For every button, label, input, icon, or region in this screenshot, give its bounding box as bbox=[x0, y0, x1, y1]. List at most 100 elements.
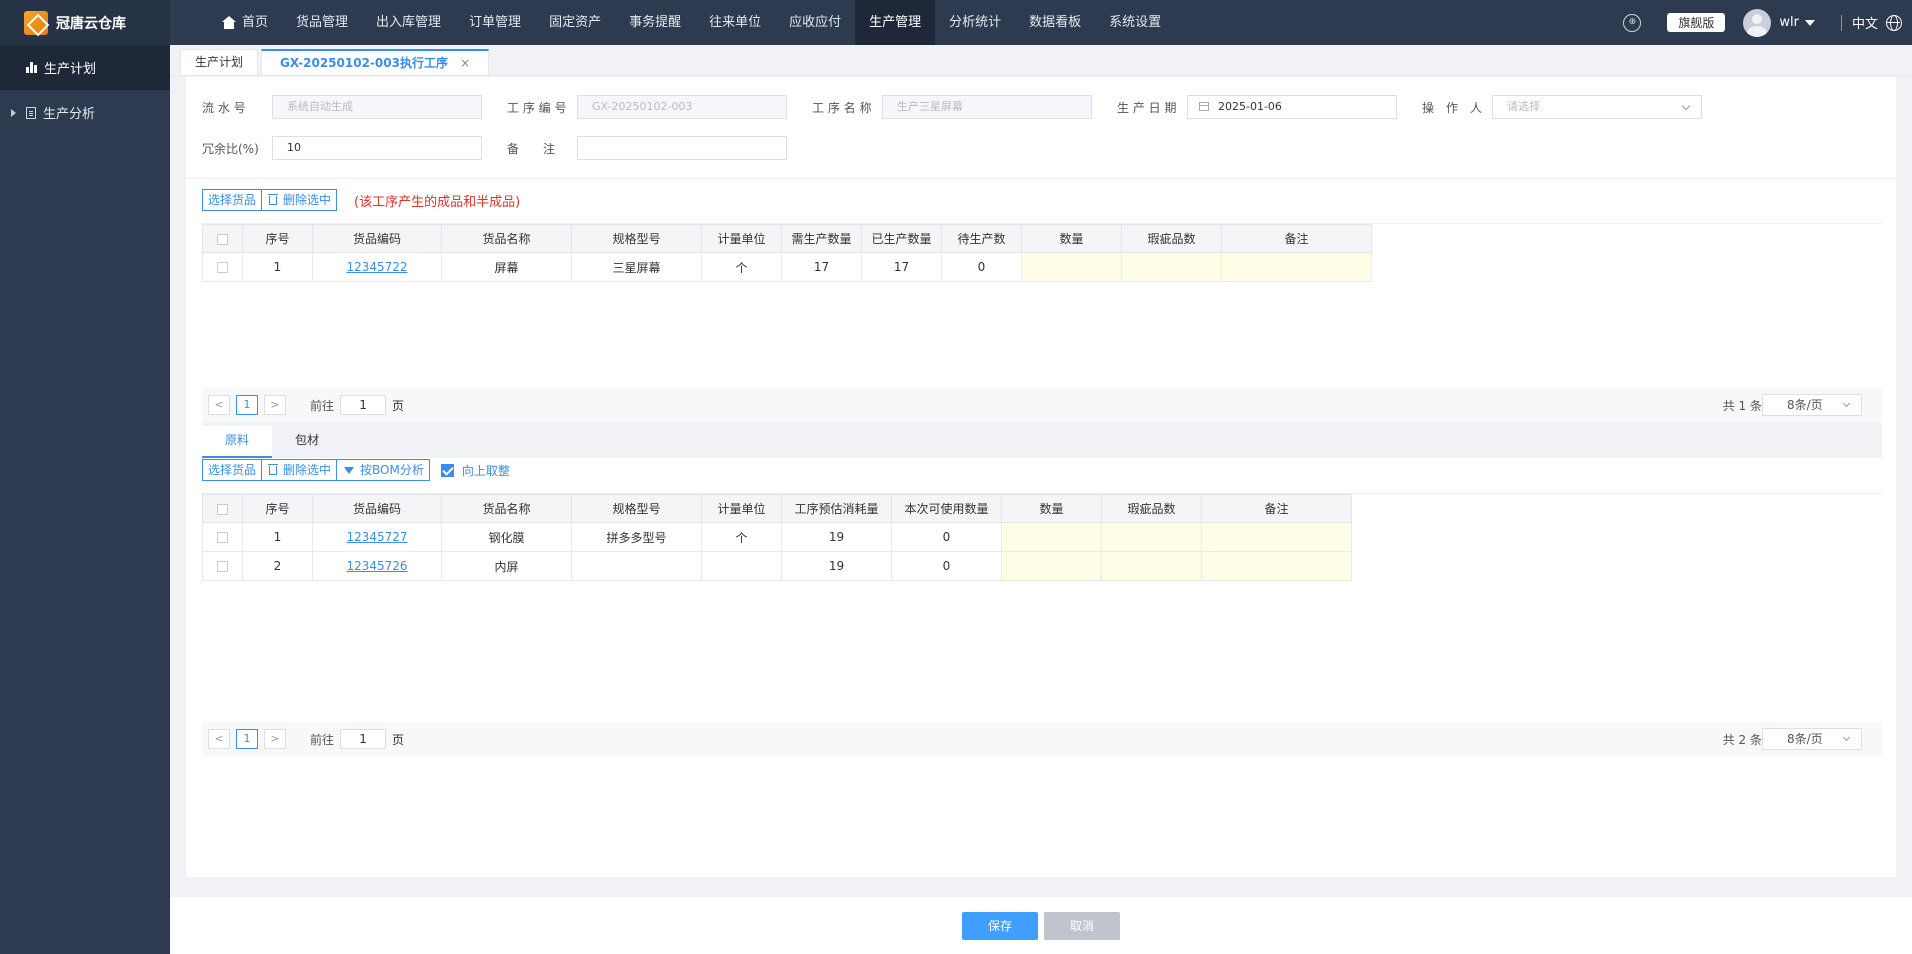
delete-label: 删除选中 bbox=[283, 193, 332, 207]
row-checkbox[interactable] bbox=[217, 532, 228, 543]
delete-selected-button[interactable]: 删除选中 bbox=[261, 459, 338, 481]
save-button[interactable]: 保存 bbox=[962, 911, 1038, 940]
nav-reminders[interactable]: 事务提醒 bbox=[615, 0, 695, 45]
username[interactable]: wlr bbox=[1779, 15, 1799, 30]
select-all-checkbox[interactable] bbox=[217, 503, 228, 515]
next-page-button[interactable]: > bbox=[264, 729, 286, 749]
nav-home[interactable]: 首页 bbox=[208, 0, 282, 45]
nav-orders[interactable]: 订单管理 bbox=[455, 0, 535, 45]
chevron-down-icon bbox=[1842, 399, 1851, 408]
col-header: 工序预估消耗量 bbox=[781, 494, 892, 523]
defect-qty-input[interactable] bbox=[1101, 522, 1202, 552]
row-checkbox[interactable] bbox=[217, 262, 228, 273]
remark-cell-input[interactable] bbox=[1201, 522, 1352, 552]
remark-cell-input[interactable] bbox=[1201, 551, 1352, 581]
sidebar-item-production-analysis[interactable]: 生产分析 bbox=[0, 90, 170, 135]
date-picker[interactable]: 2025-01-06 bbox=[1187, 95, 1397, 119]
select-goods-button[interactable]: 选择货品 bbox=[202, 189, 263, 211]
col-header: 本次可使用数量 bbox=[891, 494, 1002, 523]
next-page-button[interactable]: > bbox=[264, 395, 286, 415]
table-row: 1 12345727 钢化膜 拼多多型号 个 19 0 bbox=[202, 522, 1352, 552]
checkbox-checked-icon[interactable] bbox=[440, 463, 454, 477]
page-size-select[interactable]: 8条/页 bbox=[1762, 394, 1862, 416]
cell-code: 12345727 bbox=[312, 522, 442, 552]
row-checkbox[interactable] bbox=[217, 561, 228, 572]
goto-page-input[interactable]: 1 bbox=[340, 395, 387, 415]
tab-packaging[interactable]: 包材 bbox=[272, 426, 342, 458]
defect-qty-input[interactable] bbox=[1101, 551, 1202, 581]
main-nav: 首页 货品管理 出入库管理 订单管理 固定资产 事务提醒 往来单位 应收应付 生… bbox=[208, 0, 1175, 45]
materials-table-area: 序号 货品编码 货品名称 规格型号 计量单位 工序预估消耗量 本次可使用数量 数… bbox=[202, 493, 1882, 663]
cancel-button[interactable]: 取消 bbox=[1044, 911, 1120, 940]
nav-dashboard[interactable]: 数据看板 bbox=[1015, 0, 1095, 45]
edition-badge[interactable]: 旗舰版 bbox=[1667, 13, 1726, 32]
remark-cell-input[interactable] bbox=[1221, 252, 1372, 282]
bom-label: 按BOM分析 bbox=[360, 463, 424, 477]
select-all-checkbox[interactable] bbox=[217, 233, 228, 245]
nav-inout[interactable]: 出入库管理 bbox=[362, 0, 455, 45]
col-header: 货品编码 bbox=[312, 494, 442, 523]
table-row: 2 12345726 内屏 19 0 bbox=[202, 551, 1352, 581]
operator-select[interactable]: 请选择 bbox=[1492, 95, 1702, 119]
row-select-cell[interactable] bbox=[202, 522, 243, 552]
tab-production-plan[interactable]: 生产计划 bbox=[180, 49, 259, 75]
quantity-input[interactable] bbox=[1021, 252, 1122, 282]
select-all-cell[interactable] bbox=[202, 494, 243, 523]
quantity-input[interactable] bbox=[1001, 551, 1102, 581]
remark-input[interactable] bbox=[577, 136, 787, 160]
nav-goods[interactable]: 货品管理 bbox=[282, 0, 362, 45]
home-icon bbox=[222, 16, 236, 29]
close-icon[interactable]: × bbox=[460, 56, 470, 70]
app-logo[interactable]: 冠唐云仓库 bbox=[0, 0, 170, 45]
goto-suffix: 页 bbox=[392, 398, 405, 413]
date-value: 2025-01-06 bbox=[1218, 100, 1282, 113]
avatar[interactable] bbox=[1743, 8, 1772, 37]
col-header: 数量 bbox=[1021, 224, 1122, 253]
table-row: 1 12345722 屏幕 三星屏幕 个 17 17 0 bbox=[202, 252, 1372, 282]
header-divider bbox=[1840, 14, 1842, 31]
goto-prefix: 前往 bbox=[310, 732, 335, 747]
delete-selected-button[interactable]: 删除选中 bbox=[261, 189, 338, 211]
cell-available-qty: 0 bbox=[891, 551, 1002, 581]
nav-production[interactable]: 生产管理 bbox=[855, 0, 936, 45]
page-number-button[interactable]: 1 bbox=[236, 729, 258, 749]
col-header: 瑕疵品数 bbox=[1121, 224, 1222, 253]
top-nav-bar: 冠唐云仓库 首页 货品管理 出入库管理 订单管理 固定资产 事务提醒 往来单位 … bbox=[0, 0, 1912, 45]
prev-page-button[interactable]: < bbox=[208, 729, 230, 749]
quantity-input[interactable] bbox=[1001, 522, 1102, 552]
nav-partners[interactable]: 往来单位 bbox=[695, 0, 775, 45]
goods-code-link[interactable]: 12345726 bbox=[346, 559, 407, 573]
goods-code-link[interactable]: 12345727 bbox=[346, 530, 407, 544]
tab-execute-process[interactable]: GX-20250102-003执行工序 × bbox=[261, 49, 490, 75]
language-switch[interactable]: 中文 bbox=[1852, 13, 1878, 32]
globe-icon[interactable] bbox=[1886, 14, 1902, 31]
operator-label: 操 作 人 bbox=[1422, 100, 1483, 115]
col-header: 数量 bbox=[1001, 494, 1102, 523]
redundancy-input[interactable]: 10 bbox=[272, 136, 482, 160]
help-icon[interactable]: ⊕ bbox=[1623, 13, 1642, 32]
goto-suffix: 页 bbox=[392, 732, 405, 747]
select-all-cell[interactable] bbox=[202, 224, 243, 253]
prev-page-button[interactable]: < bbox=[208, 395, 230, 415]
col-header: 货品名称 bbox=[441, 494, 572, 523]
nav-receivables[interactable]: 应收应付 bbox=[775, 0, 855, 45]
nav-fixed-assets[interactable]: 固定资产 bbox=[535, 0, 615, 45]
bom-analysis-button[interactable]: 按BOM分析 bbox=[336, 459, 430, 481]
goods-code-link[interactable]: 12345722 bbox=[346, 260, 407, 274]
page-size-select[interactable]: 8条/页 bbox=[1762, 728, 1862, 750]
roundup-checkbox[interactable]: 向上取整 bbox=[440, 462, 510, 479]
nav-analytics[interactable]: 分析统计 bbox=[935, 0, 1015, 45]
col-header: 序号 bbox=[242, 494, 313, 523]
defect-qty-input[interactable] bbox=[1121, 252, 1222, 282]
user-menu-caret-icon[interactable] bbox=[1804, 19, 1815, 26]
goto-page-input[interactable]: 1 bbox=[340, 729, 387, 749]
row-select-cell[interactable] bbox=[202, 551, 243, 581]
sidebar-item-production-plan[interactable]: 生产计划 bbox=[0, 45, 170, 90]
row-select-cell[interactable] bbox=[202, 252, 243, 282]
calendar-icon bbox=[1199, 102, 1209, 111]
select-goods-button[interactable]: 选择货品 bbox=[202, 459, 263, 481]
nav-settings[interactable]: 系统设置 bbox=[1095, 0, 1175, 45]
cell-spec: 三星屏幕 bbox=[571, 252, 702, 282]
tab-raw-material[interactable]: 原料 bbox=[202, 426, 273, 458]
page-number-button[interactable]: 1 bbox=[236, 395, 258, 415]
